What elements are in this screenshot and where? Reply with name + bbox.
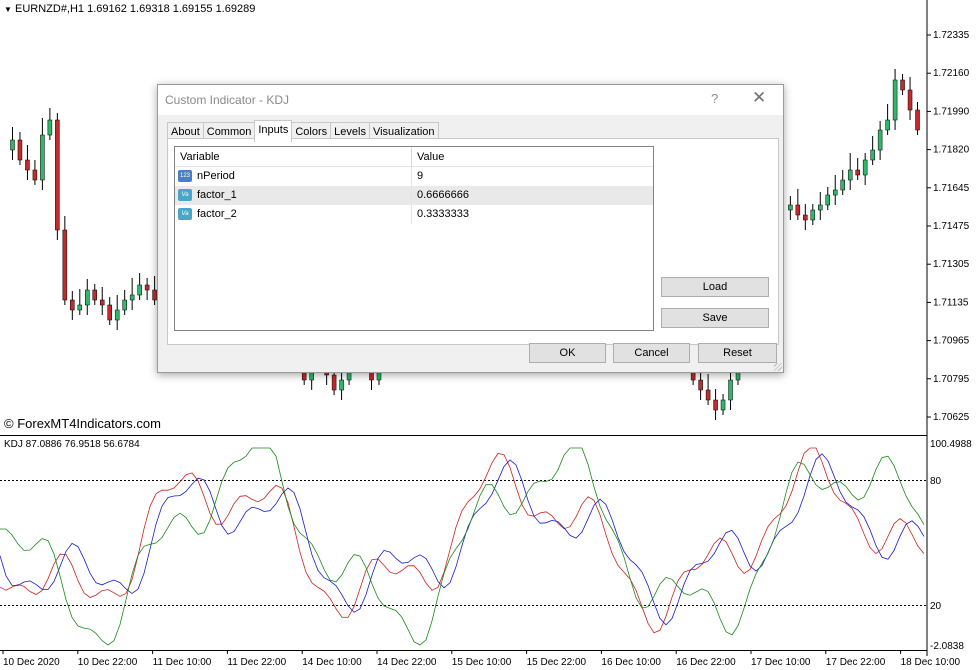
watermark: © ForexMT4Indicators.com [4, 416, 161, 431]
price-tick-label: 1.70625 [933, 412, 970, 423]
time-tick-label: 11 Dec 10:00 [153, 657, 212, 668]
price-tick-label: 1.71305 [933, 259, 970, 270]
variable-value[interactable]: 9 [417, 170, 423, 182]
symbol-quote: EURNZD#,H1 1.69162 1.69318 1.69155 1.692… [14, 3, 256, 15]
price-tick-label: 1.70965 [933, 336, 970, 347]
time-tick-label: 17 Dec 22:00 [826, 657, 886, 668]
time-axis-labels: 10 Dec 2020 10 Dec 22:00 11 Dec 10:00 11 De… [2, 650, 961, 668]
load-button[interactable]: Load [661, 277, 769, 297]
price-tick-label: 1.70795 [933, 374, 970, 385]
column-value[interactable]: Value [417, 151, 444, 163]
time-tick-label: 10 Dec 2020 [3, 657, 60, 668]
table-row[interactable]: 123 nPeriod 9 [175, 167, 653, 186]
tab-inputs[interactable]: Inputs [254, 120, 293, 142]
time-tick-label: 11 Dec 22:00 [227, 657, 286, 668]
time-tick-label: 10 Dec 22:00 [78, 657, 138, 668]
double-icon: Va [178, 189, 192, 201]
kdj-level-80-label: 80 [930, 476, 942, 487]
variable-name: factor_1 [197, 189, 237, 201]
save-button[interactable]: Save [661, 308, 769, 328]
time-tick-label: 15 Dec 22:00 [527, 657, 587, 668]
variable-name: nPeriod [197, 170, 235, 182]
table-header: Variable Value [175, 147, 653, 167]
kdj-axis-top: 100.4988 [930, 439, 972, 450]
price-tick-label: 1.71645 [933, 183, 970, 194]
custom-indicator-dialog: Custom Indicator - KDJ ? ✕ About Common … [157, 84, 784, 373]
dialog-title: Custom Indicator - KDJ [165, 93, 290, 107]
variable-value[interactable]: 0.3333333 [417, 208, 469, 220]
resize-grip-icon[interactable] [774, 363, 782, 371]
time-tick-label: 16 Dec 10:00 [601, 657, 661, 668]
help-icon[interactable]: ? [711, 91, 718, 106]
kdj-axis-bottom: -2.0838 [930, 641, 964, 652]
inputs-panel: Variable Value 123 nPeriod 9 Va factor_1… [167, 138, 779, 345]
price-tick-label: 1.72335 [933, 30, 970, 41]
price-tick-label: 1.71990 [933, 106, 970, 117]
variable-value[interactable]: 0.6666666 [417, 189, 469, 201]
price-tick-label: 1.71135 [933, 297, 969, 308]
time-tick-label: 17 Dec 10:00 [751, 657, 811, 668]
double-icon: Va [178, 208, 192, 220]
price-axis-labels: 1.72335 1.72160 1.71990 1.71820 1.71645 1.714… [927, 30, 970, 423]
time-tick-label: 14 Dec 10:00 [302, 657, 362, 668]
close-icon[interactable]: ✕ [752, 88, 766, 108]
reset-button[interactable]: Reset [698, 343, 777, 363]
price-tick-label: 1.71820 [933, 145, 970, 156]
time-tick-label: 16 Dec 22:00 [676, 657, 736, 668]
inputs-table: Variable Value 123 nPeriod 9 Va factor_1… [174, 146, 654, 331]
cancel-button[interactable]: Cancel [613, 343, 690, 363]
kdj-indicator-label: KDJ 87.0886 76.9518 56.6784 [4, 439, 140, 450]
price-tick-label: 1.72160 [933, 68, 970, 79]
time-tick-label: 18 Dec 10:00 [901, 657, 961, 668]
variable-name: factor_2 [197, 208, 237, 220]
table-row[interactable]: Va factor_1 0.6666666 [175, 186, 653, 205]
integer-icon: 123 [178, 170, 192, 182]
dialog-titlebar[interactable]: Custom Indicator - KDJ ? ✕ [158, 85, 783, 115]
dropdown-triangle-icon[interactable]: ▼ [4, 5, 12, 14]
column-variable[interactable]: Variable [180, 151, 220, 163]
kdj-d-line [0, 453, 925, 626]
kdj-level-20-label: 20 [930, 601, 942, 612]
time-tick-label: 15 Dec 10:00 [452, 657, 512, 668]
price-tick-label: 1.71475 [933, 221, 970, 232]
time-tick-label: 14 Dec 22:00 [377, 657, 437, 668]
chart-symbol-header: ▼ EURNZD#,H1 1.69162 1.69318 1.69155 1.6… [4, 3, 255, 15]
ok-button[interactable]: OK [529, 343, 606, 363]
table-row[interactable]: Va factor_2 0.3333333 [175, 205, 653, 224]
kdj-lines [0, 447, 925, 646]
